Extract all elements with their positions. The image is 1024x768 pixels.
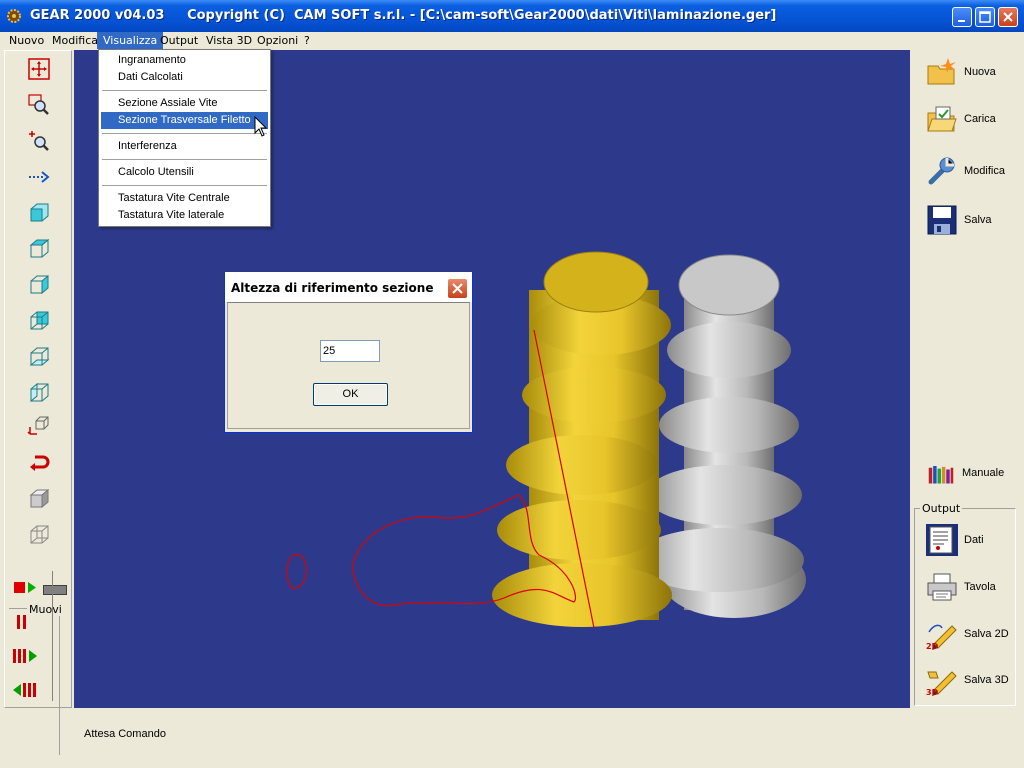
slider-track xyxy=(52,571,53,701)
menu-separator xyxy=(102,185,267,187)
title-bar[interactable]: GEAR 2000 v04.03 Copyright (C) CAM SOFT … xyxy=(0,0,1024,32)
menu-modifica[interactable]: Modifica xyxy=(46,32,104,49)
maximize-button[interactable] xyxy=(975,7,995,27)
menu-separator xyxy=(102,159,267,161)
gear-app-icon xyxy=(7,9,21,23)
undo-rotate-icon[interactable] xyxy=(27,451,51,475)
left-toolbar: Muovi xyxy=(4,50,72,755)
menu-item-sezione-assiale-vite[interactable]: Sezione Assiale Vite xyxy=(101,95,268,112)
close-button[interactable] xyxy=(998,7,1018,27)
ok-button[interactable]: OK xyxy=(313,383,388,406)
close-icon xyxy=(452,283,463,294)
section-height-dialog: Altezza di riferimento sezione 25 OK xyxy=(224,272,473,433)
cube-top-view-icon[interactable] xyxy=(27,237,51,261)
carica-button[interactable]: Carica xyxy=(926,101,1016,137)
step-forward-icon[interactable] xyxy=(11,647,39,665)
dialog-body: 25 OK xyxy=(227,302,470,429)
svg-text:3D: 3D xyxy=(926,688,939,696)
wrench-icon xyxy=(928,157,955,185)
menu-bar: Nuovo Modifica Visualizza Output Vista 3… xyxy=(0,32,1024,49)
manuale-button[interactable]: Manuale xyxy=(926,455,1016,491)
dati-label: Dati xyxy=(964,534,984,546)
output-label: Output xyxy=(920,502,963,515)
cube-back-view-icon[interactable] xyxy=(27,309,51,333)
minimize-icon xyxy=(958,20,965,22)
open-folder-icon xyxy=(927,106,957,132)
axes-cube-icon[interactable] xyxy=(27,413,51,437)
svg-text:2D: 2D xyxy=(926,642,939,650)
cube-bottom-view-icon[interactable] xyxy=(27,345,51,369)
printer-icon xyxy=(927,573,957,601)
menu-separator xyxy=(102,90,267,92)
section-profile-small xyxy=(286,553,307,589)
dati-button[interactable]: Dati xyxy=(926,522,1016,558)
pencil-2d-icon: 2D xyxy=(926,624,957,650)
menu-opzioni[interactable]: Opzioni xyxy=(251,32,304,49)
salva-2d-button[interactable]: 2D Salva 2D xyxy=(926,616,1016,652)
menu-item-tastatura-vite-centrale[interactable]: Tastatura Vite Centrale xyxy=(101,190,268,207)
salva-label: Salva xyxy=(964,214,992,226)
close-icon xyxy=(1003,12,1013,22)
nuova-label: Nuova xyxy=(964,66,996,78)
step-back-icon[interactable] xyxy=(11,681,39,699)
pan-move-icon[interactable] xyxy=(27,57,51,81)
solid-cube-icon[interactable] xyxy=(27,487,51,511)
cube-front-view-icon[interactable] xyxy=(27,201,51,225)
salva-3d-button[interactable]: 3D Salva 3D xyxy=(926,662,1016,698)
visualizza-dropdown: Ingranamento Dati Calcolati Sezione Assi… xyxy=(98,49,271,227)
right-toolbar: Nuova Carica Modifica Salva Manuale Outp… xyxy=(912,50,1020,708)
modifica-label: Modifica xyxy=(964,165,1005,177)
dialog-title: Altezza di riferimento sezione xyxy=(231,281,434,295)
maximize-icon xyxy=(979,11,991,23)
minimize-button[interactable] xyxy=(952,7,972,27)
height-input[interactable]: 25 xyxy=(320,340,380,362)
wireframe-cube-icon[interactable] xyxy=(27,523,51,547)
salva-3d-label: Salva 3D xyxy=(964,674,1009,686)
stop-play-icon[interactable] xyxy=(13,579,39,597)
dialog-close-button[interactable] xyxy=(447,278,468,299)
cube-side-view-icon[interactable] xyxy=(27,273,51,297)
carica-label: Carica xyxy=(964,113,996,125)
menu-item-interferenza[interactable]: Interferenza xyxy=(101,138,268,155)
arrow-right-icon[interactable] xyxy=(27,165,51,189)
cube-left-view-icon[interactable] xyxy=(27,381,51,405)
menu-item-calcolo-utensili[interactable]: Calcolo Utensili xyxy=(101,164,268,181)
menu-help[interactable]: ? xyxy=(298,32,316,49)
pencil-3d-icon: 3D xyxy=(926,671,957,696)
data-sheet-icon xyxy=(926,524,958,556)
nuova-button[interactable]: Nuova xyxy=(926,54,1016,90)
menu-item-tastatura-vite-laterale[interactable]: Tastatura Vite laterale xyxy=(101,207,268,224)
menu-item-ingranamento[interactable]: Ingranamento xyxy=(101,52,268,69)
manuale-label: Manuale xyxy=(962,467,1005,479)
modifica-button[interactable]: Modifica xyxy=(926,153,1016,189)
menu-item-sezione-trasversale-filetto[interactable]: Sezione Trasversale Filetto xyxy=(101,112,268,129)
menu-output[interactable]: Output xyxy=(154,32,204,49)
menu-vista-3d[interactable]: Vista 3D xyxy=(200,32,258,49)
mouse-cursor-icon xyxy=(254,116,268,137)
tavola-label: Tavola xyxy=(964,581,996,593)
tavola-button[interactable]: Tavola xyxy=(926,569,1016,605)
menu-item-dati-calcolati[interactable]: Dati Calcolati xyxy=(101,69,268,86)
salva-2d-label: Salva 2D xyxy=(964,628,1009,640)
new-folder-icon xyxy=(927,58,956,85)
window-title: GEAR 2000 v04.03 Copyright (C) CAM SOFT … xyxy=(30,8,777,23)
zoom-in-icon[interactable] xyxy=(27,129,51,153)
speed-slider[interactable] xyxy=(43,585,67,595)
menu-nuovo[interactable]: Nuovo xyxy=(3,32,50,49)
salva-button[interactable]: Salva xyxy=(926,202,1016,238)
menu-separator xyxy=(102,133,267,135)
application-window: GEAR 2000 v04.03 Copyright (C) CAM SOFT … xyxy=(0,0,1024,768)
zoom-window-icon[interactable] xyxy=(27,93,51,117)
status-text: Attesa Comando xyxy=(84,728,166,740)
books-icon xyxy=(928,466,954,484)
pause-icon[interactable] xyxy=(13,613,39,631)
dialog-title-bar[interactable]: Altezza di riferimento sezione xyxy=(225,272,472,302)
floppy-disk-icon xyxy=(927,205,957,235)
